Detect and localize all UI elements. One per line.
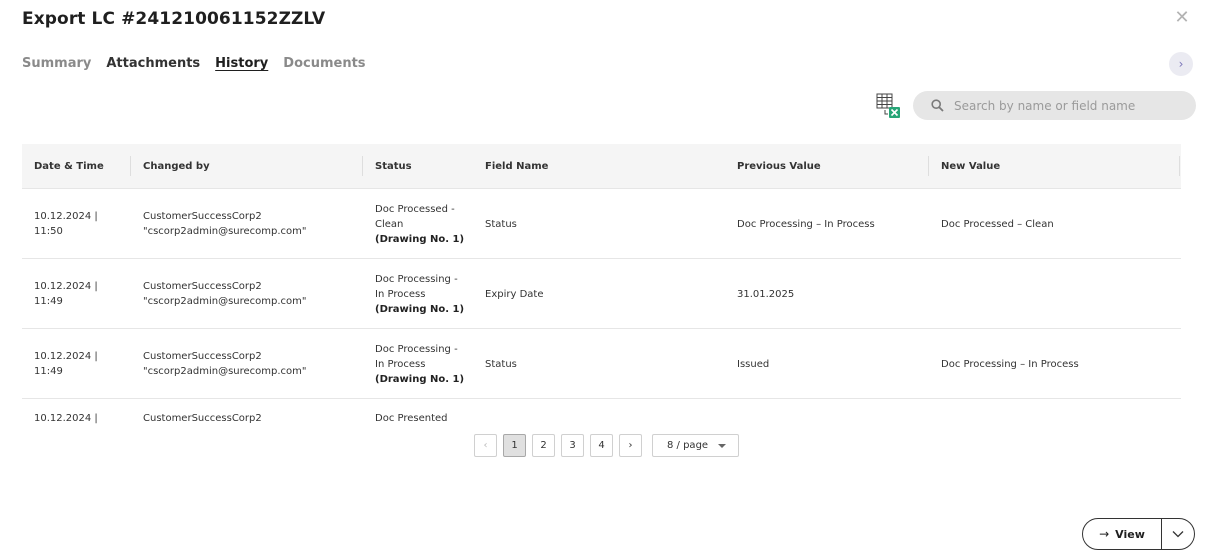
user-email: "cscorp2admin@surecomp.com": [143, 366, 307, 377]
column-header-changed-by[interactable]: Changed by: [143, 144, 210, 189]
date-time-cell: 10.12.2024 | 11:50: [34, 189, 98, 259]
status-text: Doc Processing -: [375, 273, 458, 285]
previous-value-cell: 31.01.2025: [737, 288, 795, 300]
new-value-cell: Doc Processing – In Process: [941, 358, 1079, 370]
search-input[interactable]: [954, 98, 1184, 113]
prev-page-button[interactable]: ‹: [474, 434, 497, 457]
column-divider[interactable]: [928, 156, 929, 176]
page-button-4[interactable]: 4: [590, 434, 613, 457]
new-value-cell: Doc Processed – Clean: [941, 218, 1054, 230]
user-email: "cscorp2admin@surecomp.com": [143, 296, 307, 307]
view-label: View: [1115, 527, 1145, 541]
changed-by-cell: CustomerSuccessCorp2 "cscorp2admin@surec…: [143, 259, 307, 329]
chevron-down-icon: [1172, 531, 1184, 538]
user-email: "cscorp2admin@surecomp.com": [143, 226, 307, 237]
drawing-number: (Drawing No. 1): [375, 303, 465, 315]
pagination: ‹ 1 2 3 4 › 8 / page: [474, 434, 739, 457]
date-text: 10.12.2024 |: [34, 351, 98, 362]
search-box[interactable]: [913, 91, 1196, 120]
user-name: CustomerSuccessCorp2: [143, 211, 262, 222]
page-size-value: 8 / page: [667, 440, 709, 451]
status-cell: Doc Processed - Clean (Drawing No. 1): [375, 189, 464, 259]
status-cell: Doc Processing - In Process (Drawing No.…: [375, 259, 464, 329]
status-text: Doc Presented: [375, 413, 448, 424]
table-row[interactable]: 10.12.2024 | 11:49 CustomerSuccessCorp2 …: [22, 329, 1181, 399]
date-time-cell: 10.12.2024 |: [34, 399, 98, 424]
table-row[interactable]: 10.12.2024 | 11:50 CustomerSuccessCorp2 …: [22, 189, 1181, 259]
tab-history[interactable]: History: [215, 56, 268, 72]
column-header-previous-value[interactable]: Previous Value: [737, 144, 821, 189]
field-name-cell: Expiry Date: [485, 288, 544, 300]
page-button-2[interactable]: 2: [532, 434, 555, 457]
changed-by-cell: CustomerSuccessCorp2: [143, 399, 262, 424]
date-time-cell: 10.12.2024 | 11:49: [34, 259, 98, 329]
time-text: 11:50: [34, 226, 63, 237]
user-name: CustomerSuccessCorp2: [143, 351, 262, 362]
column-divider[interactable]: [1179, 156, 1180, 176]
changed-by-cell: CustomerSuccessCorp2 "cscorp2admin@surec…: [143, 329, 307, 399]
previous-value-cell: Doc Processing – In Process: [737, 218, 875, 230]
status-text: Clean: [375, 218, 404, 230]
caret-down-icon: [718, 443, 726, 448]
date-time-cell: 10.12.2024 | 11:49: [34, 329, 98, 399]
view-split-button: → View: [1082, 518, 1195, 550]
chevron-right-icon[interactable]: ›: [1169, 52, 1193, 76]
column-divider[interactable]: [362, 156, 363, 176]
drawing-number: (Drawing No. 1): [375, 373, 465, 385]
status-cell: Doc Presented: [375, 399, 448, 424]
status-text: In Process: [375, 288, 426, 300]
column-divider[interactable]: [130, 156, 131, 176]
view-button[interactable]: → View: [1083, 519, 1162, 549]
tab-bar: Summary Attachments History Documents: [22, 56, 366, 72]
column-header-status[interactable]: Status: [375, 144, 412, 189]
user-name: CustomerSuccessCorp2: [143, 413, 262, 424]
view-dropdown-button[interactable]: [1162, 519, 1194, 549]
field-name-cell: Status: [485, 358, 517, 370]
time-text: 11:49: [34, 366, 63, 377]
page-button-1[interactable]: 1: [503, 434, 526, 457]
status-text: In Process: [375, 358, 426, 370]
date-text: 10.12.2024 |: [34, 413, 98, 424]
excel-export-icon[interactable]: [876, 93, 902, 119]
modal-title: Export LC #241210061152ZZLV: [22, 9, 326, 29]
date-text: 10.12.2024 |: [34, 281, 98, 292]
user-name: CustomerSuccessCorp2: [143, 281, 262, 292]
changed-by-cell: CustomerSuccessCorp2 "cscorp2admin@surec…: [143, 189, 307, 259]
tab-summary[interactable]: Summary: [22, 56, 91, 72]
table-row[interactable]: 10.12.2024 | CustomerSuccessCorp2 Doc Pr…: [22, 399, 1181, 424]
arrow-right-icon: →: [1099, 527, 1110, 541]
date-text: 10.12.2024 |: [34, 211, 98, 222]
time-text: 11:49: [34, 296, 63, 307]
drawing-number: (Drawing No. 1): [375, 233, 465, 245]
tab-attachments[interactable]: Attachments: [106, 56, 200, 72]
status-text: Doc Processed -: [375, 203, 455, 215]
field-name-cell: Status: [485, 218, 517, 230]
close-icon[interactable]: ✕: [1172, 8, 1192, 28]
search-icon: [931, 99, 944, 112]
column-header-date-time[interactable]: Date & Time: [34, 144, 104, 189]
page-size-select[interactable]: 8 / page: [652, 434, 739, 457]
table-row[interactable]: 10.12.2024 | 11:49 CustomerSuccessCorp2 …: [22, 259, 1181, 329]
previous-value-cell: Issued: [737, 358, 770, 370]
status-cell: Doc Processing - In Process (Drawing No.…: [375, 329, 464, 399]
page-button-3[interactable]: 3: [561, 434, 584, 457]
status-text: Doc Processing -: [375, 343, 458, 355]
history-table: Date & Time Changed by Status Field Name…: [22, 144, 1181, 424]
table-header: Date & Time Changed by Status Field Name…: [22, 144, 1181, 189]
next-page-button[interactable]: ›: [619, 434, 642, 457]
column-header-new-value[interactable]: New Value: [941, 144, 1000, 189]
tab-documents[interactable]: Documents: [283, 56, 365, 72]
column-header-field-name[interactable]: Field Name: [485, 144, 548, 189]
